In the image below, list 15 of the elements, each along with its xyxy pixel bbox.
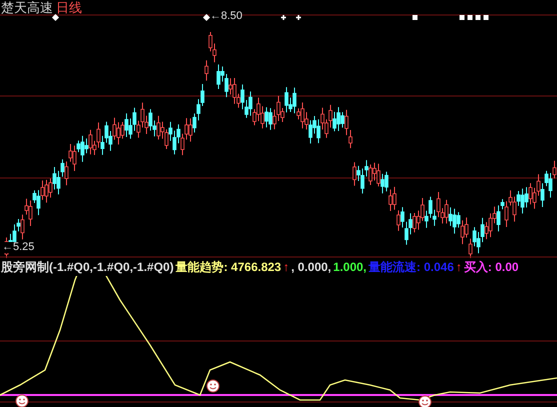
legend-text: 量能流速: 0.046 [368, 261, 454, 273]
legend-text: ↑ [456, 261, 462, 273]
smiley-icon [16, 394, 28, 407]
period-label: 日线 [56, 0, 82, 14]
stock-name: 楚天高速 [1, 0, 53, 14]
legend-text: , 0.000, [291, 261, 332, 273]
legend-text: 买入: 0.00 [464, 261, 519, 273]
low-price-label: ←5.25 [2, 242, 34, 253]
legend-text: 股旁网制(-1.#Q0,-1.#Q0,-1.#Q0) [1, 261, 174, 273]
high-price-label: ←8.50 [210, 11, 242, 22]
legend-text: ↑ [283, 261, 290, 273]
legend-text: 量能趋势: 4766.823 [176, 261, 282, 273]
smiley-icon [206, 380, 220, 392]
smiley-icon [418, 396, 432, 407]
legend-text: 1.000, [333, 261, 367, 273]
